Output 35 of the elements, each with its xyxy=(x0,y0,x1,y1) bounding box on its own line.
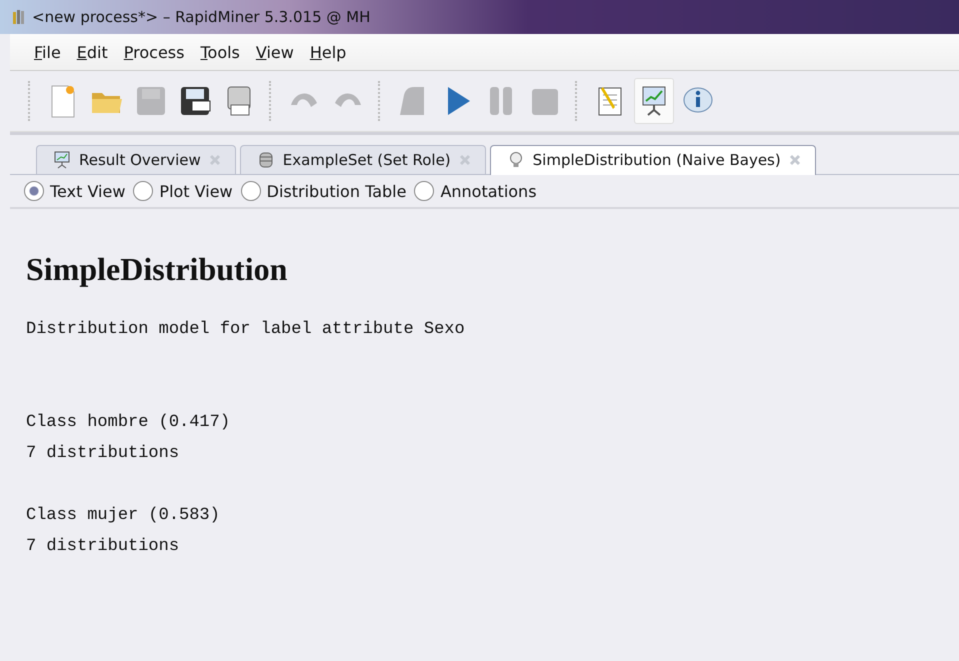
close-icon[interactable] xyxy=(208,154,221,166)
toolbar-separator xyxy=(575,81,580,121)
radio-button[interactable] xyxy=(24,181,44,201)
tab[interactable]: SimpleDistribution (Naive Bayes) xyxy=(490,145,816,175)
output-text: Class mujer (0.583) xyxy=(26,505,221,527)
radio-button[interactable] xyxy=(133,181,154,201)
close-icon[interactable] xyxy=(458,154,471,166)
menu-item[interactable]: View xyxy=(256,42,294,62)
output-text: Distribution model for label attribute Sexo xyxy=(26,319,466,341)
toolbar-separator xyxy=(269,81,274,121)
output-text: Class hombre (0.417) xyxy=(26,412,232,434)
window-title: <new process*> – RapidMiner 5.3.015 @ MH xyxy=(32,8,370,26)
results-button[interactable] xyxy=(634,78,674,124)
radio-option[interactable]: Distribution Table xyxy=(240,181,406,201)
menu-item[interactable]: Process xyxy=(124,42,184,62)
radio-option[interactable]: Text View xyxy=(24,181,126,201)
menu-item[interactable]: Help xyxy=(310,42,346,62)
menu-item[interactable]: File xyxy=(34,42,61,62)
radio-option[interactable]: Annotations xyxy=(414,181,537,201)
database-icon xyxy=(256,151,275,169)
close-icon[interactable] xyxy=(788,154,801,166)
app-icon xyxy=(12,9,26,25)
output-text: 7 distributions xyxy=(26,443,180,465)
menu-item[interactable]: Tools xyxy=(200,42,240,62)
model-heading: SimpleDistribution xyxy=(26,251,288,288)
chart-icon xyxy=(53,151,71,169)
toolbar-separator xyxy=(378,81,383,121)
tab[interactable]: ExampleSet (Set Role) xyxy=(240,145,486,174)
output-text: 7 distributions xyxy=(26,536,180,558)
toolbar-grip xyxy=(28,81,33,121)
tab[interactable]: Result Overview xyxy=(36,145,236,174)
radio-button[interactable] xyxy=(414,181,434,201)
radio-button[interactable] xyxy=(240,181,261,201)
menu-item[interactable]: Edit xyxy=(76,42,108,62)
radio-option[interactable]: Plot View xyxy=(133,181,233,201)
